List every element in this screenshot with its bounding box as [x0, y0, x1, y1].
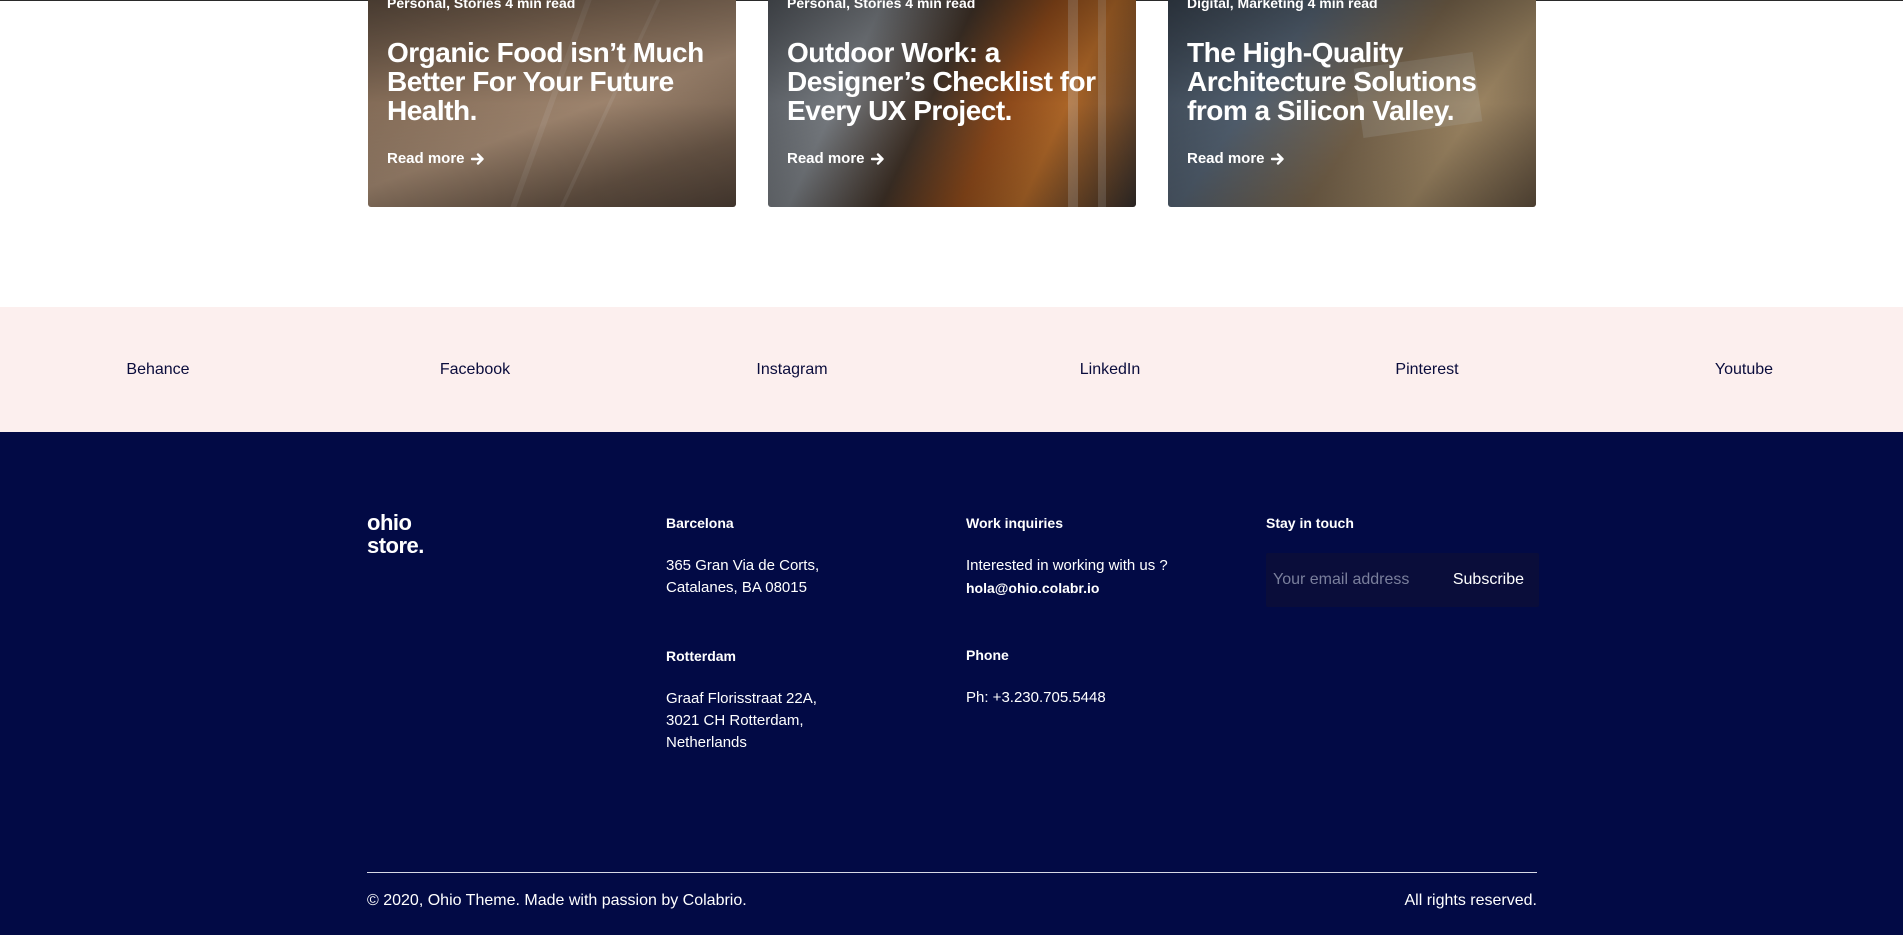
- footer-divider: [367, 872, 1537, 873]
- copyright-text: © 2020, Ohio Theme. Made with passion by…: [367, 892, 747, 909]
- card-title[interactable]: The High-Quality Architecture Solutions …: [1187, 38, 1527, 125]
- card-meta: Digital, Marketing 4 min read: [1187, 0, 1378, 11]
- blog-card[interactable]: Digital, Marketing 4 min read The High-Q…: [1168, 0, 1536, 207]
- social-link-facebook[interactable]: Facebook: [440, 361, 510, 379]
- work-inquiries: Work inquiries Interested in working wit…: [966, 512, 1168, 599]
- rotterdam-line-3: Netherlands: [666, 734, 747, 751]
- arrow-right-icon: [870, 152, 884, 165]
- blog-cards: Personal, Stories 4 min read Organic Foo…: [368, 0, 1536, 207]
- social-link-pinterest[interactable]: Pinterest: [1395, 361, 1458, 379]
- rotterdam-line-2: 3021 CH Rotterdam,: [666, 712, 804, 729]
- site-footer: ohio store. Barcelona 365 Gran Via de Co…: [0, 432, 1903, 935]
- social-link-youtube[interactable]: Youtube: [1715, 361, 1773, 379]
- blog-card[interactable]: Personal, Stories 4 min read Outdoor Wor…: [768, 0, 1136, 207]
- stay-in-touch: Stay in touch: [1266, 512, 1354, 555]
- footer-logo[interactable]: ohio store.: [367, 511, 424, 557]
- social-link-instagram[interactable]: Instagram: [756, 361, 827, 379]
- work-text: Interested in working with us ?: [966, 557, 1168, 574]
- read-more-label: Read more: [787, 150, 865, 167]
- page: Personal, Stories 4 min read Organic Foo…: [0, 0, 1903, 935]
- phone-info: Phone Ph: +3.230.705.5448: [966, 644, 1106, 709]
- card-title[interactable]: Organic Food isn’t Much Better For Your …: [387, 38, 727, 125]
- subscribe-button[interactable]: Subscribe: [1445, 571, 1539, 589]
- barcelona-line-1: 365 Gran Via de Corts,: [666, 557, 820, 574]
- rotterdam-address: Rotterdam Graaf Florisstraat 22A, 3021 C…: [666, 645, 817, 754]
- read-more-link[interactable]: Read more: [1187, 150, 1285, 167]
- card-title[interactable]: Outdoor Work: a Designer’s Checklist for…: [787, 38, 1127, 125]
- read-more-link[interactable]: Read more: [387, 150, 485, 167]
- card-meta: Personal, Stories 4 min read: [387, 0, 576, 11]
- phone-heading: Phone: [966, 647, 1009, 663]
- social-link-behance[interactable]: Behance: [126, 361, 189, 379]
- barcelona-address: Barcelona 365 Gran Via de Corts, Catalan…: [666, 512, 819, 599]
- email-input[interactable]: [1266, 553, 1445, 607]
- barcelona-line-2: Catalanes, BA 08015: [666, 579, 807, 596]
- read-more-link[interactable]: Read more: [787, 150, 885, 167]
- social-links-bar: Behance Facebook Instagram LinkedIn Pint…: [0, 307, 1903, 432]
- rights-text: All rights reserved.: [1404, 892, 1538, 909]
- barcelona-heading: Barcelona: [666, 515, 734, 531]
- card-meta: Personal, Stories 4 min read: [787, 0, 976, 11]
- work-heading: Work inquiries: [966, 515, 1063, 531]
- arrow-right-icon: [1270, 152, 1284, 165]
- social-link-linkedin[interactable]: LinkedIn: [1080, 361, 1141, 379]
- read-more-label: Read more: [1187, 150, 1265, 167]
- read-more-label: Read more: [387, 150, 465, 167]
- arrow-right-icon: [470, 152, 484, 165]
- logo-line-2: store.: [367, 533, 424, 558]
- work-email-link[interactable]: hola@ohio.colabr.io: [966, 577, 1168, 599]
- blog-card[interactable]: Personal, Stories 4 min read Organic Foo…: [368, 0, 736, 207]
- stay-heading: Stay in touch: [1266, 515, 1354, 531]
- phone-number[interactable]: Ph: +3.230.705.5448: [966, 687, 1106, 709]
- rotterdam-line-1: Graaf Florisstraat 22A,: [666, 690, 817, 707]
- logo-line-1: ohio: [367, 510, 412, 535]
- rotterdam-heading: Rotterdam: [666, 648, 737, 664]
- subscribe-form: Subscribe: [1266, 553, 1539, 607]
